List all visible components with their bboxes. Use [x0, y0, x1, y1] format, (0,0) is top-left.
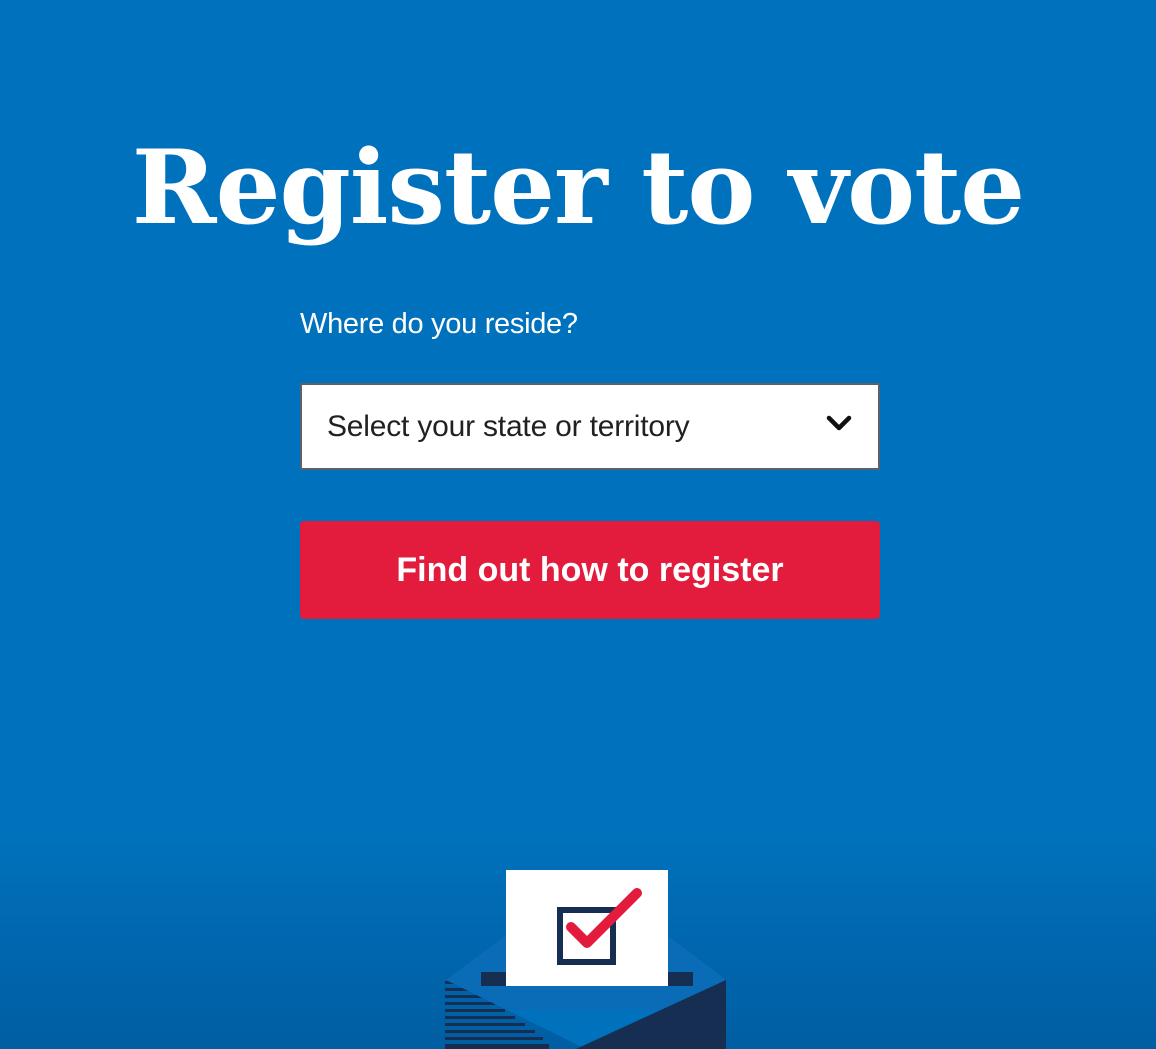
page-title: Register to vote — [131, 128, 1025, 248]
state-select[interactable]: Select your state or territory — [300, 383, 880, 470]
ballot-box-illustration — [445, 870, 726, 1049]
reside-label: Where do you reside? — [300, 308, 578, 340]
state-select-value: Select your state or territory — [327, 410, 690, 443]
find-out-how-to-register-button[interactable]: Find out how to register — [300, 521, 880, 619]
ballot-paper — [506, 870, 668, 986]
chevron-down-icon — [826, 415, 852, 431]
